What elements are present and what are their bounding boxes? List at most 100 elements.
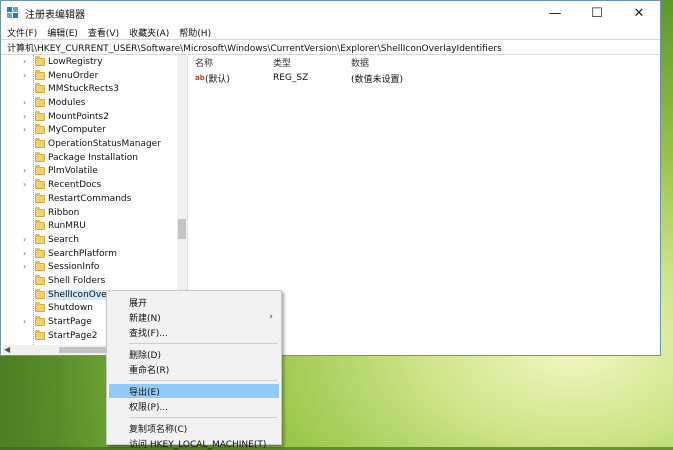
tree-item-label: Modules (48, 97, 86, 108)
tree-item[interactable]: › Modules (3, 96, 179, 110)
context-menu-item[interactable]: 导出(E) (109, 384, 279, 398)
folder-icon (35, 233, 45, 244)
tree-item-label: MMStuckRects3 (48, 84, 119, 95)
tree-item[interactable]: › LowRegistry (3, 55, 179, 69)
title-bar[interactable]: 注册表编辑器 — ☐ ✕ (1, 1, 660, 25)
value-type: REG_SZ (273, 73, 309, 83)
tree-item-label: Ribbon (48, 207, 80, 218)
tree-item-label: Shell Folders (48, 276, 106, 287)
folder-icon (35, 288, 45, 299)
submenu-arrow-icon: › (269, 312, 273, 322)
tree-item-label: MenuOrder (48, 70, 99, 81)
chevron-right-icon[interactable]: › (23, 125, 29, 135)
menu-edit[interactable]: 编辑(E) (47, 26, 78, 39)
chevron-right-icon[interactable]: › (23, 98, 29, 108)
tree-item[interactable]: › SessionInfo (3, 261, 179, 275)
chevron-right-icon[interactable]: › (23, 262, 29, 272)
context-menu-item-label: 导出(E) (129, 387, 160, 398)
context-menu-item[interactable]: 重命名(R) (109, 362, 279, 376)
menu-file[interactable]: 文件(F) (7, 26, 37, 39)
context-menu-item[interactable]: 查找(F)... (109, 325, 279, 339)
tree-item[interactable]: › PlmVolatile (3, 165, 179, 179)
tree-item[interactable]: › MyComputer (3, 124, 179, 138)
context-menu-item[interactable]: 删除(D) (109, 347, 279, 361)
folder-icon (35, 151, 45, 162)
folder-icon (35, 192, 45, 203)
tree-item-label: RestartCommands (48, 193, 132, 204)
context-menu-item[interactable]: 新建(N) › (109, 310, 279, 324)
list-header: 名称 类型 数据 (189, 55, 660, 69)
context-menu-item[interactable]: 展开 (109, 295, 279, 309)
tree-item-label: Package Installation (48, 152, 139, 163)
minimize-button[interactable]: — (534, 1, 576, 25)
tree-item-label: RecentDocs (48, 180, 102, 191)
folder-icon (35, 247, 45, 258)
chevron-right-icon[interactable]: › (23, 235, 29, 245)
context-menu-item[interactable]: 复制项名称(C) (109, 421, 279, 435)
menu-bar: 文件(F) 编辑(E) 查看(V) 收藏夹(A) 帮助(H) (1, 25, 660, 39)
tree-item[interactable]: › SearchPlatform (3, 247, 179, 261)
tree-item-label: MyComputer (48, 125, 106, 136)
context-menu-item-label: 权限(P)... (129, 402, 169, 413)
tree-item[interactable]: › MountPoints2 (3, 110, 179, 124)
context-menu: 展开新建(N) › 查找(F)... 删除(D) 重命名(R) 导出(E) 权限(P)...… (106, 290, 282, 450)
maximize-button[interactable]: ☐ (576, 1, 618, 25)
scroll-left-icon[interactable]: ◀ (4, 345, 10, 355)
tree-item[interactable]: OperationStatusManager (3, 137, 179, 151)
folder-icon (35, 165, 45, 176)
chevron-right-icon[interactable]: › (23, 249, 29, 259)
chevron-right-icon[interactable]: › (23, 71, 29, 81)
context-menu-item-label: 重命名(R) (129, 365, 170, 376)
folder-icon (35, 138, 45, 149)
window-controls: — ☐ ✕ (534, 1, 660, 25)
value-name: (默认) (205, 74, 231, 85)
column-data[interactable]: 数据 (351, 56, 369, 69)
tree-item[interactable]: RunMRU (3, 219, 179, 233)
tree-item-label: SearchPlatform (48, 248, 117, 259)
column-type[interactable]: 类型 (273, 56, 291, 69)
tree-item-label: OperationStatusManager (48, 139, 161, 150)
tree-item[interactable]: › RecentDocs (3, 178, 179, 192)
folder-icon (35, 316, 45, 327)
folder-icon (35, 220, 45, 231)
menu-separator (129, 380, 277, 381)
folder-icon (35, 83, 45, 94)
chevron-right-icon[interactable]: › (23, 180, 29, 190)
tree-item[interactable]: Ribbon (3, 206, 179, 220)
folder-icon (35, 179, 45, 190)
chevron-right-icon[interactable]: › (23, 112, 29, 122)
chevron-right-icon[interactable]: › (23, 57, 29, 67)
folder-icon (35, 124, 45, 135)
tree-vertical-scroll-thumb[interactable] (178, 219, 186, 239)
menu-separator (129, 343, 277, 344)
folder-icon (35, 69, 45, 80)
tree-item[interactable]: MMStuckRects3 (3, 82, 179, 96)
tree-item[interactable]: RestartCommands (3, 192, 179, 206)
context-menu-item-label: 查找(F)... (129, 328, 168, 339)
context-menu-item[interactable]: 权限(P)... (109, 399, 279, 413)
tree-item[interactable]: Shell Folders (3, 274, 179, 288)
address-bar[interactable]: 计算机\HKEY_CURRENT_USER\Software\Microsoft… (1, 39, 660, 55)
list-item[interactable]: ab (默认) REG_SZ (数值未设置) (189, 72, 660, 85)
chevron-right-icon[interactable]: › (23, 317, 29, 327)
tree-item[interactable]: › Search (3, 233, 179, 247)
window-title: 注册表编辑器 (25, 9, 85, 21)
tree-item[interactable]: › MenuOrder (3, 69, 179, 83)
regedit-app-icon (7, 7, 19, 19)
regedit-window: 注册表编辑器 — ☐ ✕ 文件(F) 编辑(E) 查看(V) 收藏夹(A) 帮助… (0, 0, 661, 356)
context-menu-item-label: 新建(N) (129, 313, 161, 324)
menu-favorites[interactable]: 收藏夹(A) (129, 26, 169, 39)
string-value-icon: ab (195, 74, 205, 82)
context-menu-item[interactable]: 访问 HKEY_LOCAL_MACHINE(T) (109, 436, 279, 450)
chevron-right-icon[interactable]: › (23, 166, 29, 176)
folder-icon (35, 275, 45, 286)
close-button[interactable]: ✕ (618, 1, 660, 25)
tree-item-label: RunMRU (48, 221, 86, 232)
column-name[interactable]: 名称 (195, 56, 213, 69)
tree-item-label: MountPoints2 (48, 111, 109, 122)
menu-separator (129, 417, 277, 418)
menu-view[interactable]: 查看(V) (88, 26, 119, 39)
menu-help[interactable]: 帮助(H) (179, 26, 211, 39)
tree-item[interactable]: Package Installation (3, 151, 179, 165)
folder-icon (35, 329, 45, 340)
